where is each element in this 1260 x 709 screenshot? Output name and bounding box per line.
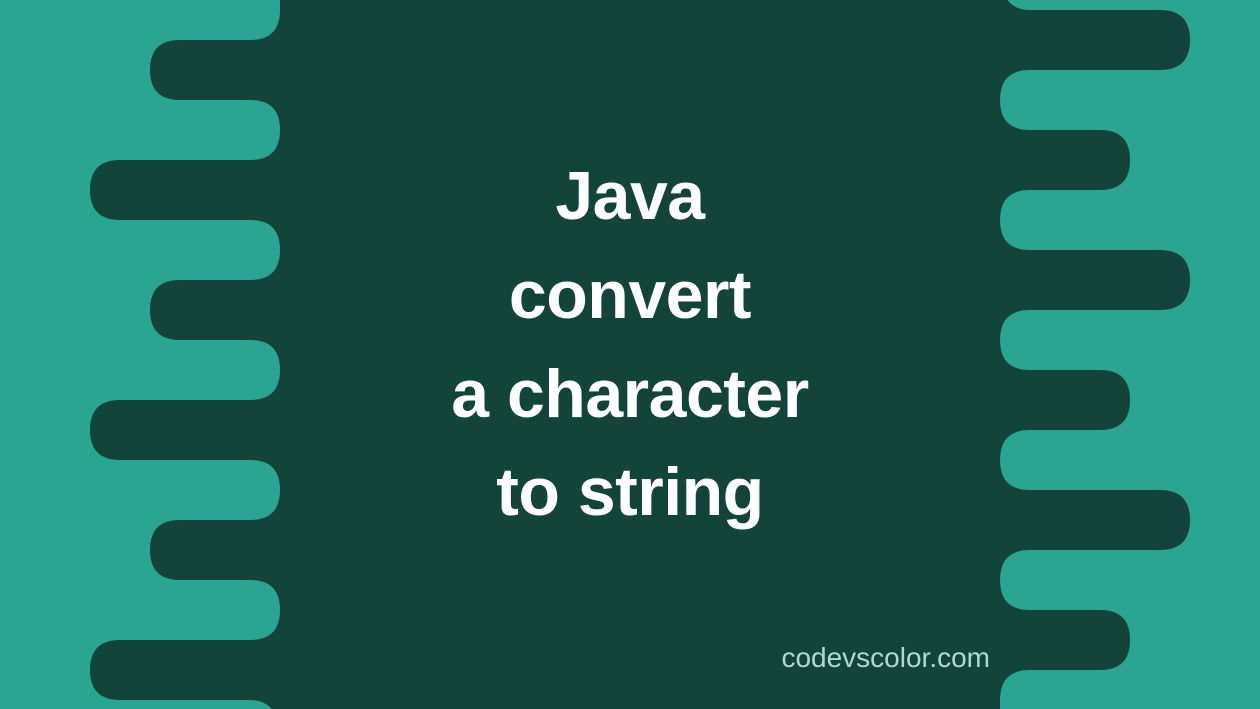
title-line-3: a character bbox=[451, 356, 808, 432]
watermark-text: codevscolor.com bbox=[781, 642, 990, 674]
content-container: Java convert a character to string bbox=[0, 0, 1260, 709]
title-line-4: to string bbox=[496, 454, 763, 530]
title-line-2: convert bbox=[509, 257, 751, 333]
title-line-1: Java bbox=[555, 158, 704, 234]
page-title: Java convert a character to string bbox=[451, 147, 808, 541]
